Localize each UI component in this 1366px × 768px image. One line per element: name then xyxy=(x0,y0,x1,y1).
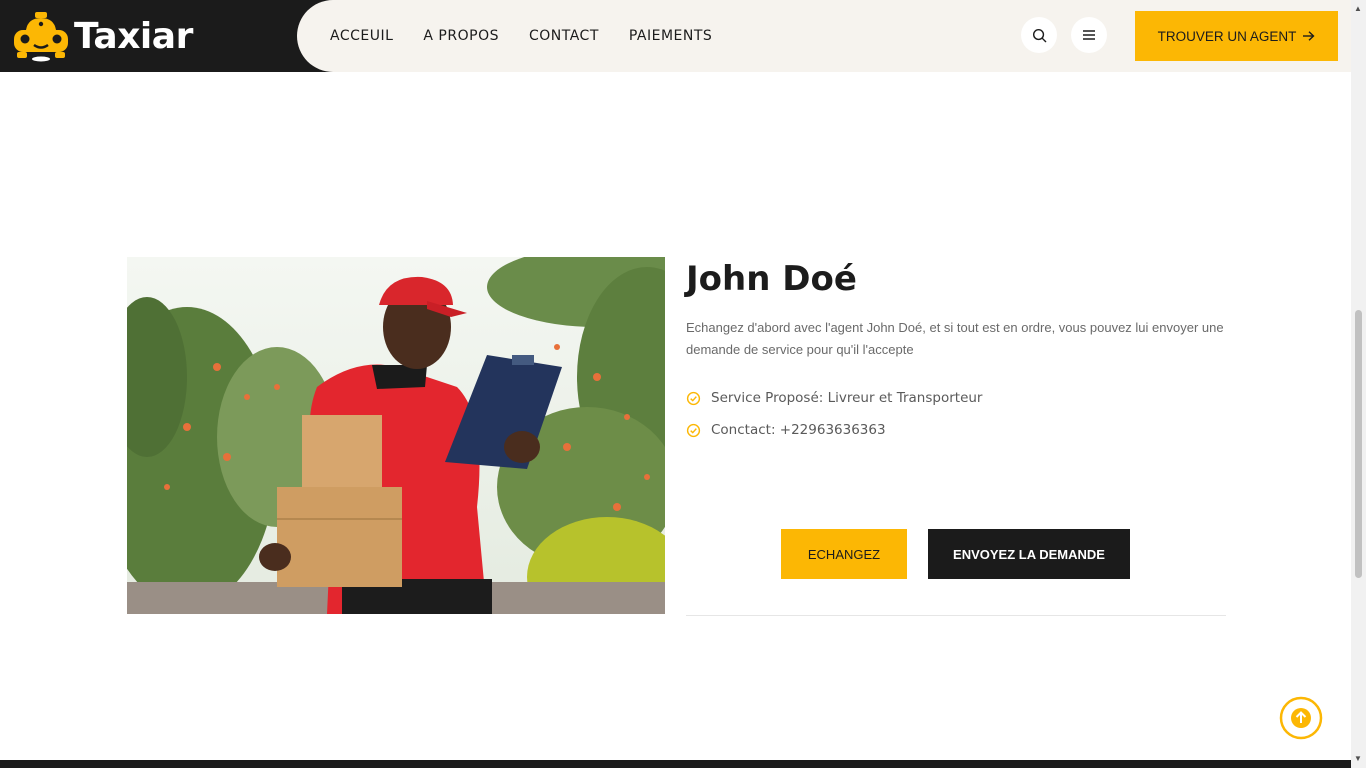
menu-button[interactable] xyxy=(1071,17,1107,53)
search-button[interactable] xyxy=(1021,17,1057,53)
find-agent-button[interactable]: TROUVER UN AGENT xyxy=(1135,11,1338,61)
nav-item-contact[interactable]: CONTACT xyxy=(529,28,599,44)
find-agent-label: TROUVER UN AGENT xyxy=(1157,28,1297,44)
divider xyxy=(686,615,1226,616)
nav-bar: ACCEUIL A PROPOS CONTACT PAIEMENTS TROUV… xyxy=(297,0,1351,72)
brand-name: Taxiar xyxy=(74,15,193,57)
site-header: Taxiar ACCEUIL A PROPOS CONTACT PAIEMENT… xyxy=(0,0,1351,72)
search-icon xyxy=(1032,28,1046,42)
menu-icon xyxy=(1083,30,1095,40)
contact-detail: Conctact: +22963636363 xyxy=(686,422,886,438)
scroll-up-arrow-icon[interactable]: ▲ xyxy=(1354,4,1362,13)
nav-item-paiements[interactable]: PAIEMENTS xyxy=(629,28,712,44)
arrow-up-icon xyxy=(1279,696,1323,740)
footer xyxy=(0,760,1351,768)
scrollbar-thumb[interactable] xyxy=(1355,310,1362,578)
car-logo-icon xyxy=(14,12,68,62)
agent-photo xyxy=(127,257,665,614)
nav-item-a-propos[interactable]: A PROPOS xyxy=(423,28,499,44)
send-request-button[interactable]: ENVOYEZ LA DEMANDE xyxy=(928,529,1130,579)
agent-description: Echangez d'abord avec l'agent John Doé, … xyxy=(686,320,1224,357)
nav-item-acceuil[interactable]: ACCEUIL xyxy=(330,28,393,44)
agent-name: John Doé xyxy=(686,259,857,299)
service-text: Service Proposé: Livreur et Transporteur xyxy=(711,390,983,406)
contact-text: Conctact: +22963636363 xyxy=(711,422,886,438)
logo[interactable]: Taxiar xyxy=(12,8,193,64)
exchange-button[interactable]: ECHANGEZ xyxy=(781,529,907,579)
service-detail: Service Proposé: Livreur et Transporteur xyxy=(686,390,982,406)
arrow-right-icon xyxy=(1303,31,1315,41)
check-circle-icon xyxy=(686,423,701,437)
check-circle-icon xyxy=(686,391,701,405)
scroll-down-arrow-icon[interactable]: ▼ xyxy=(1354,754,1362,763)
back-to-top-button[interactable] xyxy=(1278,695,1324,741)
scrollbar[interactable]: ▲ ▼ xyxy=(1351,0,1366,768)
main-nav: ACCEUIL A PROPOS CONTACT PAIEMENTS xyxy=(330,0,712,72)
